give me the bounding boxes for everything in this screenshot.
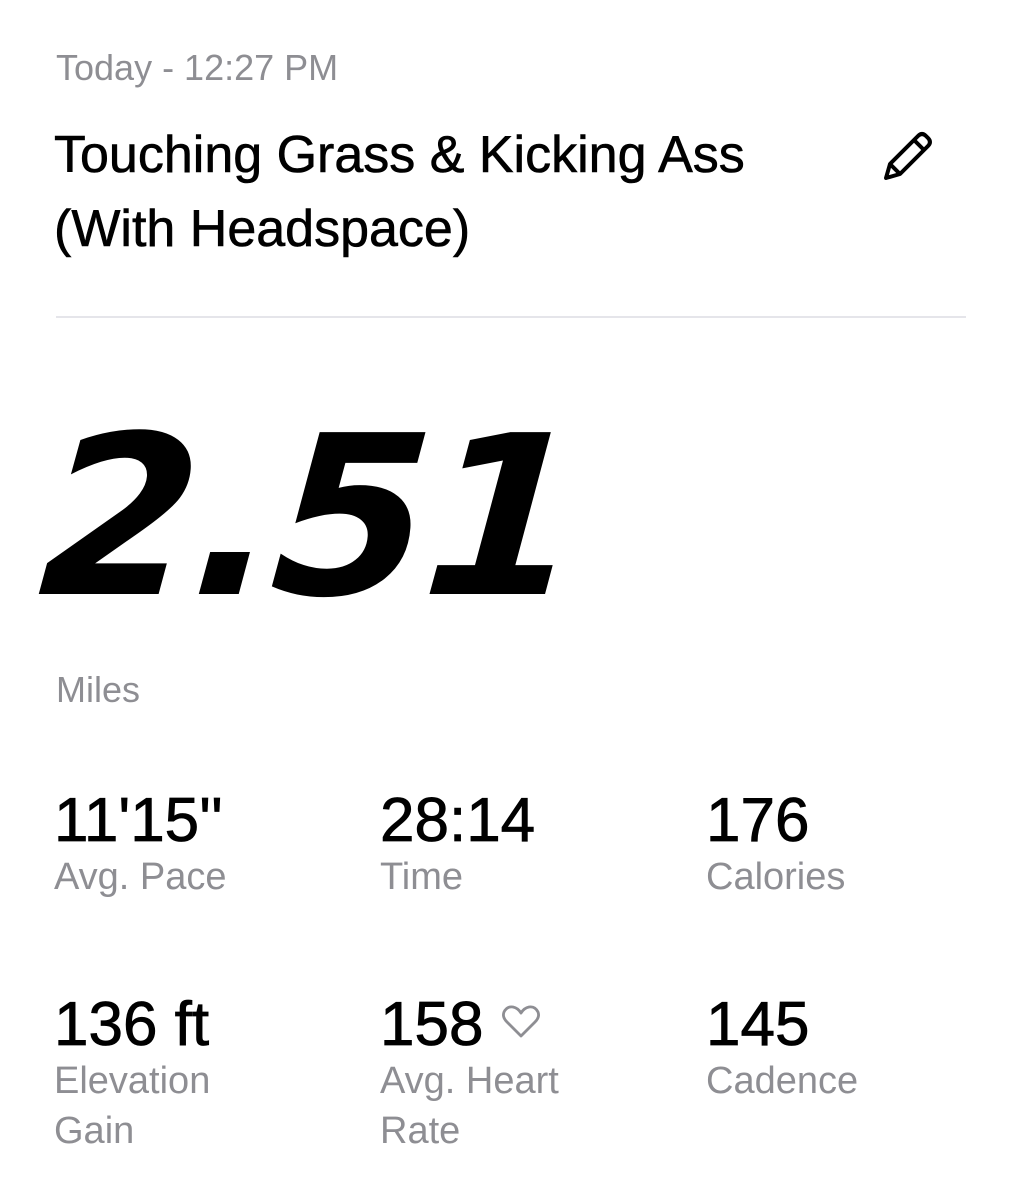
stat-avg-heart-rate: 158 Avg. Heart Rate	[380, 990, 680, 1156]
avg-pace-label: Avg. Pace	[54, 856, 227, 898]
distance-value: 2.51	[33, 389, 586, 647]
avg-pace-value: 11'15''	[54, 786, 224, 856]
activity-timestamp: Today - 12:27 PM	[56, 47, 339, 88]
heart-outline-icon	[501, 985, 541, 1055]
time-value: 28:14	[380, 786, 536, 856]
stat-time: 28:14 Time	[380, 786, 680, 902]
time-label: Time	[380, 856, 464, 898]
heart-rate-value-row: 158	[380, 990, 680, 1060]
elevation-label: Elevation Gain	[54, 1060, 211, 1152]
edit-title-button[interactable]	[872, 120, 944, 192]
header-divider	[56, 316, 966, 318]
stat-avg-pace: 11'15'' Avg. Pace	[54, 786, 354, 902]
activity-title: Touching Grass & Kicking Ass (With Heads…	[54, 126, 745, 259]
calories-label: Calories	[706, 856, 846, 898]
cadence-value: 145	[706, 990, 810, 1060]
elevation-value: 136 ft	[54, 990, 210, 1060]
stat-calories: 176 Calories	[706, 786, 1006, 902]
heart-rate-value: 158	[380, 990, 484, 1060]
distance-unit: Miles	[56, 669, 141, 710]
heart-rate-label: Avg. Heart Rate	[380, 1060, 559, 1152]
cadence-label: Cadence	[706, 1060, 859, 1102]
pencil-icon	[884, 132, 932, 180]
calories-value: 176	[706, 786, 810, 856]
stat-cadence: 145 Cadence	[706, 990, 1006, 1106]
stat-elevation-gain: 136 ft Elevation Gain	[54, 990, 354, 1156]
